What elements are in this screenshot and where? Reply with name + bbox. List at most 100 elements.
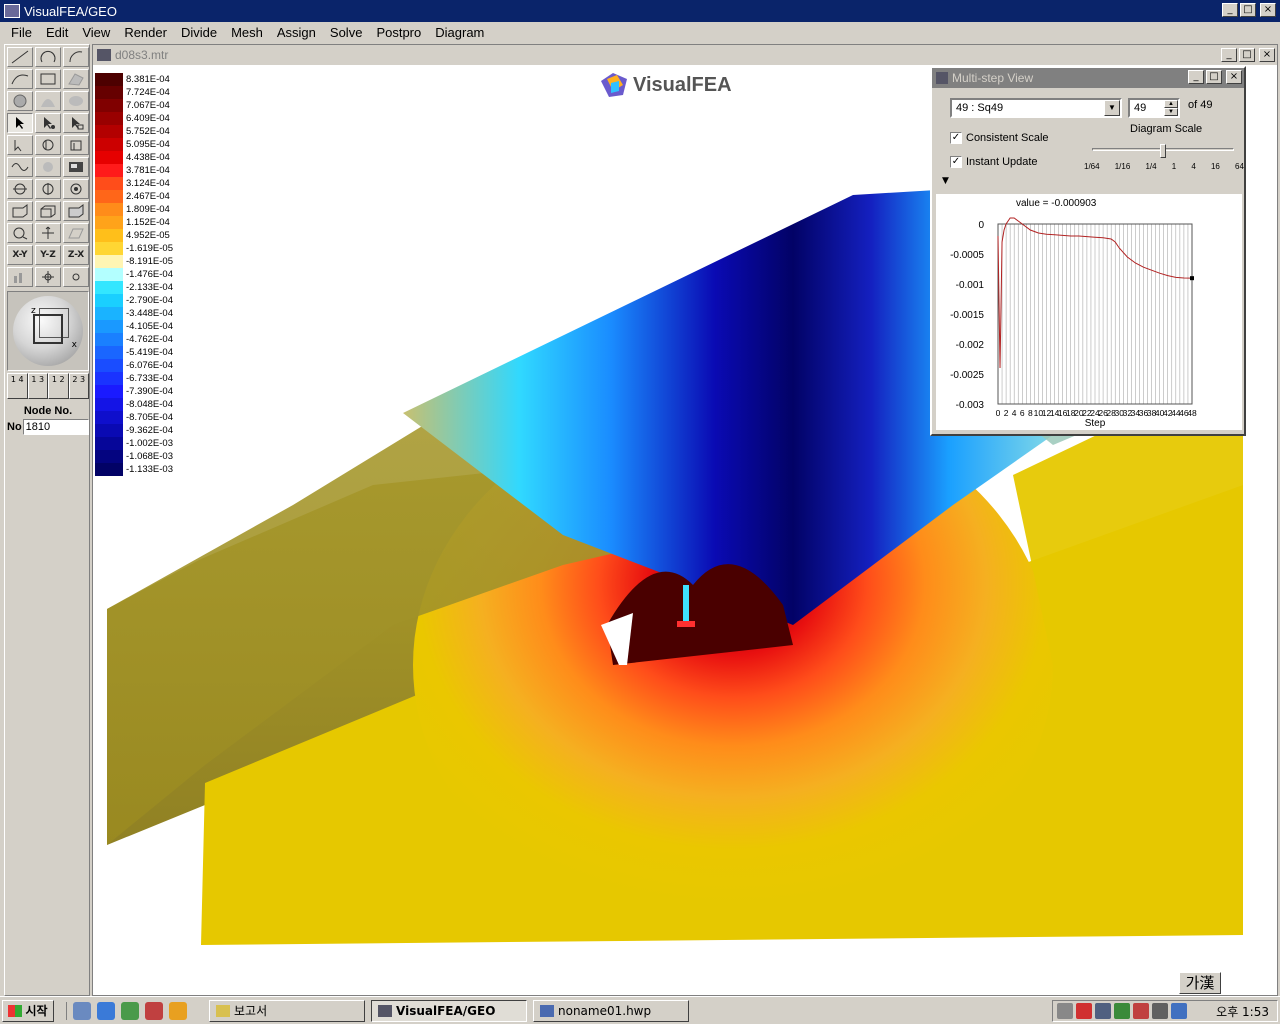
spin-down-icon[interactable]: ▼ (1164, 108, 1178, 116)
layer-tab-2[interactable]: 1 3 (27, 373, 48, 399)
legend-row: 7.067E-04 (95, 99, 195, 112)
point-tool-icon[interactable] (63, 267, 89, 287)
task-report[interactable]: 보고서 (209, 999, 365, 1022)
spin-up-icon[interactable]: ▲ (1164, 100, 1178, 108)
surface-tool-icon[interactable] (63, 69, 89, 89)
document-task-icon (540, 1004, 554, 1017)
maximize-button[interactable]: □ (1240, 3, 1256, 17)
layer-tab-1[interactable]: 1 4 (7, 373, 28, 399)
scale-tick-label: 1/64 (1084, 162, 1100, 171)
arc2-tool-icon[interactable] (63, 47, 89, 67)
dome-surface-icon[interactable] (35, 91, 61, 111)
menu-solve[interactable]: Solve (323, 25, 370, 40)
doc-close-button[interactable]: × (1259, 48, 1275, 62)
box-view-icon[interactable] (7, 201, 33, 221)
select-node-icon[interactable] (35, 113, 61, 133)
menu-diagram[interactable]: Diagram (428, 25, 491, 40)
legend-row: -8.191E-05 (95, 255, 195, 268)
instant-update-check-icon[interactable]: ✓ (950, 156, 962, 168)
expand-triangle-icon[interactable]: ▼ (942, 176, 949, 186)
rotate-y-icon[interactable] (35, 179, 61, 199)
y-tick-label: -0.003 (956, 400, 985, 411)
tray-app3-icon[interactable] (1152, 1003, 1168, 1019)
chevron-down-icon[interactable]: ▼ (1104, 100, 1120, 116)
legend-value: 5.752E-04 (126, 126, 170, 137)
pan-view-icon[interactable] (35, 223, 61, 243)
menu-postpro[interactable]: Postpro (369, 25, 428, 40)
tray-app2-icon[interactable] (1133, 1003, 1149, 1019)
rotate-z-icon[interactable] (63, 179, 89, 199)
legend-swatch (95, 307, 123, 320)
view-yz-label: Y-Z (40, 250, 56, 260)
view-yz-button[interactable]: Y-Z (35, 245, 61, 265)
msv-close-button[interactable]: × (1226, 70, 1242, 84)
view-orientation-sphere[interactable]: z x (7, 291, 89, 371)
move-tool-icon[interactable] (35, 267, 61, 287)
node-number-input[interactable] (22, 419, 89, 435)
wave-tool-icon[interactable] (7, 157, 33, 177)
tree-app-icon[interactable] (121, 1001, 139, 1020)
menu-edit[interactable]: Edit (39, 25, 75, 40)
rectangle-tool-icon[interactable] (35, 69, 61, 89)
legend-swatch (95, 463, 123, 476)
menu-assign[interactable]: Assign (270, 25, 323, 40)
pick-arrow-icon[interactable] (7, 135, 33, 155)
acrobat-icon[interactable] (1076, 1003, 1092, 1019)
tray-app-icon[interactable] (1114, 1003, 1130, 1019)
task-visualfea[interactable]: VisualFEA/GEO (371, 999, 527, 1022)
menu-view[interactable]: View (75, 25, 117, 40)
minimize-button[interactable]: _ (1222, 3, 1238, 17)
task-hwp[interactable]: noname01.hwp (533, 999, 689, 1022)
clock: 오후 1:53 (1216, 1004, 1269, 1019)
msv-maximize-button[interactable]: □ (1206, 70, 1222, 84)
network-icon[interactable] (1095, 1003, 1111, 1019)
pick-face-icon[interactable] (35, 135, 61, 155)
desktop-icon[interactable] (73, 1001, 91, 1020)
legend-row: 2.467E-04 (95, 190, 195, 203)
menu-file[interactable]: File (4, 25, 39, 40)
view-xy-button[interactable]: X-Y (7, 245, 33, 265)
layer-tab-3[interactable]: 1 2 (48, 373, 69, 399)
step-spinner[interactable]: 49 ▲ ▼ (1128, 98, 1180, 118)
select-arrow-icon[interactable] (7, 113, 33, 133)
rotate-x-icon[interactable] (7, 179, 33, 199)
close-button[interactable]: × (1260, 3, 1276, 17)
tray-app4-icon[interactable] (1171, 1003, 1187, 1019)
legend-swatch (95, 190, 123, 203)
settings-app-icon[interactable] (145, 1001, 163, 1020)
legend-row: -7.390E-04 (95, 385, 195, 398)
render-mode-icon[interactable] (63, 157, 89, 177)
instant-update-checkbox[interactable]: ✓ Instant Update (950, 156, 1038, 168)
fit-view-icon[interactable] (7, 223, 33, 243)
menu-mesh[interactable]: Mesh (224, 25, 270, 40)
menu-divide[interactable]: Divide (174, 25, 224, 40)
select-element-icon[interactable] (63, 113, 89, 133)
doc-minimize-button[interactable]: _ (1221, 48, 1237, 62)
ime-indicator[interactable]: 가漢 (1179, 972, 1221, 994)
media-app-icon[interactable] (169, 1001, 187, 1020)
orientation-ball-icon[interactable]: z x (13, 296, 83, 366)
circle-surface-icon[interactable] (7, 91, 33, 111)
box-side-icon[interactable] (63, 201, 89, 221)
chart-tool-icon[interactable] (7, 267, 33, 287)
curve-tool-icon[interactable] (7, 69, 33, 89)
consistent-scale-checkbox[interactable]: ✓ Consistent Scale (950, 132, 1049, 144)
internet-explorer-icon[interactable] (97, 1001, 115, 1020)
view-zx-button[interactable]: Z-X (63, 245, 89, 265)
box-front-icon[interactable] (35, 201, 61, 221)
consistent-scale-check-icon[interactable]: ✓ (950, 132, 962, 144)
slider-thumb[interactable] (1160, 144, 1166, 158)
doc-maximize-button[interactable]: □ (1239, 48, 1255, 62)
start-button[interactable]: 시작 (2, 999, 54, 1022)
arc-tool-icon[interactable] (35, 47, 61, 67)
plane-view-icon[interactable] (63, 223, 89, 243)
layer-tab-4[interactable]: 2 3 (68, 373, 89, 399)
step-select[interactable]: 49 : Sq49 ▼ (950, 98, 1122, 118)
msv-minimize-button[interactable]: _ (1188, 70, 1204, 84)
volume-icon[interactable] (1057, 1003, 1073, 1019)
oval-surface-icon[interactable] (63, 91, 89, 111)
pick-volume-icon[interactable] (63, 135, 89, 155)
mesh-tool-icon[interactable] (35, 157, 61, 177)
line-tool-icon[interactable] (7, 47, 33, 67)
menu-render[interactable]: Render (117, 25, 174, 40)
